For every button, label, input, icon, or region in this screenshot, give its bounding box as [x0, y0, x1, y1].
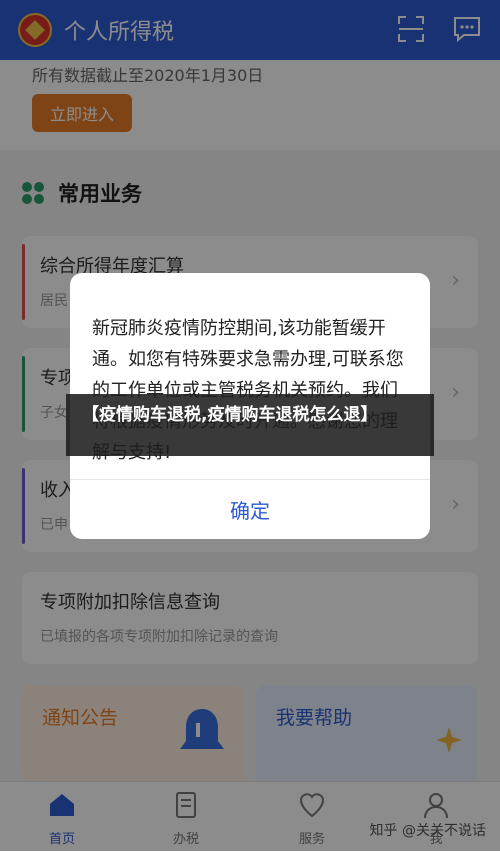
article-caption: 【疫情购车退税,疫情购车退税怎么退】: [66, 394, 434, 456]
confirm-button[interactable]: 确定: [70, 480, 430, 539]
caption-text: 【疫情购车退税,疫情购车退税怎么退】: [82, 405, 378, 425]
